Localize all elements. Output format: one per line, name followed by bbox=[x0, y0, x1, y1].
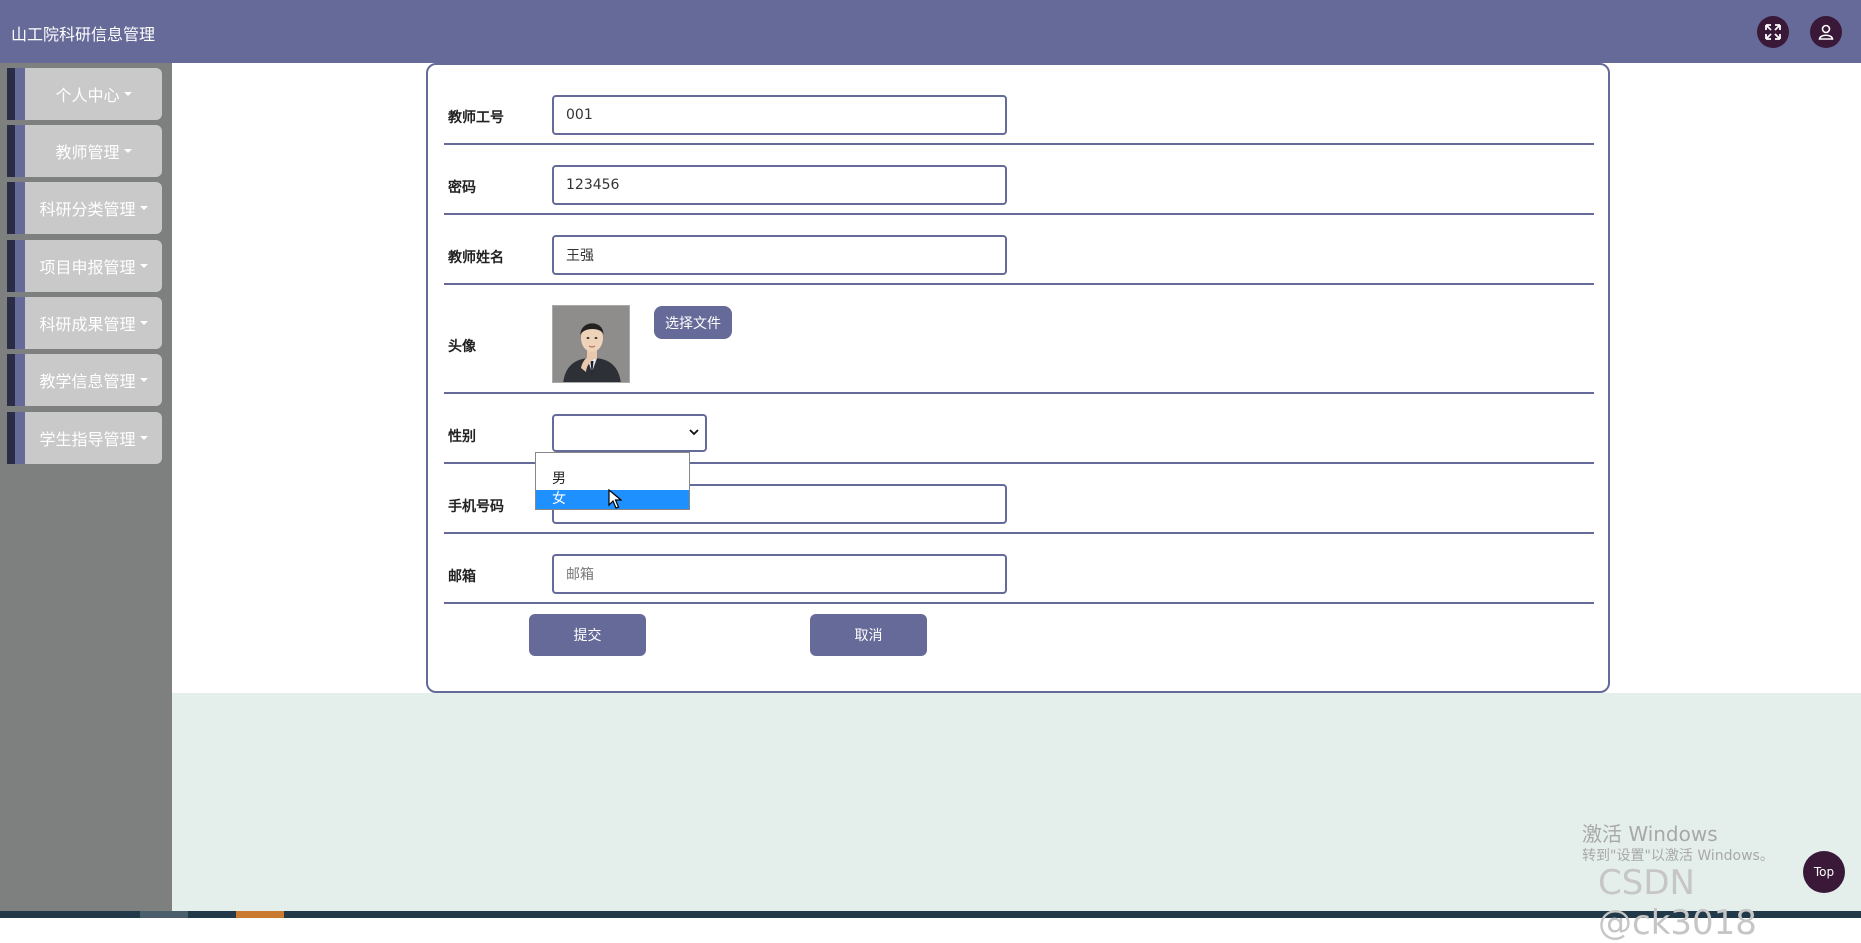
form-row-teacher-name: 教师姓名 王强 bbox=[444, 215, 1594, 285]
sidebar-item-project-application[interactable]: 项目申报管理 bbox=[7, 240, 162, 292]
sidebar: 个人中心 教师管理 科研分类管理 项目申报管理 科研成果管理 教学信息管理 学生… bbox=[0, 63, 172, 911]
sidebar-item-label: 项目申报管理 bbox=[39, 258, 136, 277]
caret-down-icon bbox=[139, 206, 148, 210]
form-row-teacher-id: 教师工号 001 bbox=[444, 65, 1594, 145]
user-icon[interactable] bbox=[1810, 16, 1842, 48]
app-title: 山工院科研信息管理 bbox=[11, 25, 156, 44]
sidebar-item-personal-center[interactable]: 个人中心 bbox=[7, 68, 162, 120]
sidebar-item-label: 科研成果管理 bbox=[39, 315, 136, 334]
sidebar-item-teaching-info[interactable]: 教学信息管理 bbox=[7, 354, 162, 406]
sidebar-item-label: 教学信息管理 bbox=[39, 372, 136, 391]
mouse-cursor-icon bbox=[608, 488, 623, 513]
caret-down-icon bbox=[123, 92, 132, 96]
teacher-name-label: 教师姓名 bbox=[448, 250, 504, 266]
top-bar: 山工院科研信息管理 bbox=[0, 0, 1861, 63]
avatar-image bbox=[552, 305, 630, 383]
password-label: 密码 bbox=[448, 180, 476, 196]
gender-option-male[interactable]: 男 bbox=[536, 470, 689, 489]
sidebar-item-label: 学生指导管理 bbox=[39, 430, 136, 449]
fullscreen-icon[interactable] bbox=[1757, 16, 1789, 48]
caret-down-icon bbox=[139, 436, 148, 440]
caret-down-icon bbox=[139, 378, 148, 382]
password-input[interactable]: 123456 bbox=[552, 165, 1007, 205]
sidebar-item-label: 科研分类管理 bbox=[39, 200, 136, 219]
windows-activation-subtitle: 转到"设置"以激活 Windows。 bbox=[1582, 848, 1774, 864]
sidebar-item-teacher-management[interactable]: 教师管理 bbox=[7, 125, 162, 177]
form-row-password: 密码 123456 bbox=[444, 145, 1594, 215]
sidebar-item-research-results[interactable]: 科研成果管理 bbox=[7, 297, 162, 349]
teacher-id-input[interactable]: 001 bbox=[552, 95, 1007, 135]
sidebar-item-label: 教师管理 bbox=[55, 143, 120, 162]
sidebar-item-student-guidance[interactable]: 学生指导管理 bbox=[7, 412, 162, 464]
teacher-name-input[interactable]: 王强 bbox=[552, 235, 1007, 275]
caret-down-icon bbox=[139, 321, 148, 325]
choose-file-button[interactable]: 选择文件 bbox=[654, 306, 732, 339]
gender-select[interactable] bbox=[552, 414, 707, 452]
avatar-label: 头像 bbox=[448, 339, 476, 355]
submit-button[interactable]: 提交 bbox=[529, 614, 646, 656]
chevron-down-icon bbox=[689, 426, 699, 440]
email-input[interactable]: 邮箱 bbox=[552, 554, 1007, 594]
form-row-avatar: 头像 选择文件 bbox=[444, 285, 1594, 394]
windows-activation-title: 激活 Windows bbox=[1582, 822, 1718, 846]
cancel-button[interactable]: 取消 bbox=[810, 614, 927, 656]
taskbar-strip bbox=[0, 911, 1861, 918]
email-label: 邮箱 bbox=[448, 569, 476, 585]
phone-label: 手机号码 bbox=[448, 499, 504, 515]
sidebar-item-label: 个人中心 bbox=[55, 86, 120, 105]
sidebar-item-research-category[interactable]: 科研分类管理 bbox=[7, 182, 162, 234]
teacher-form: 教师工号 001 密码 123456 教师姓名 王强 头像 选择文件 性别 手机… bbox=[426, 63, 1610, 693]
form-row-email: 邮箱 邮箱 bbox=[444, 534, 1594, 604]
caret-down-icon bbox=[123, 149, 132, 153]
gender-label: 性别 bbox=[448, 429, 476, 445]
teacher-id-label: 教师工号 bbox=[448, 110, 504, 126]
caret-down-icon bbox=[139, 264, 148, 268]
csdn-watermark: CSDN @ck3018 bbox=[1598, 863, 1757, 943]
